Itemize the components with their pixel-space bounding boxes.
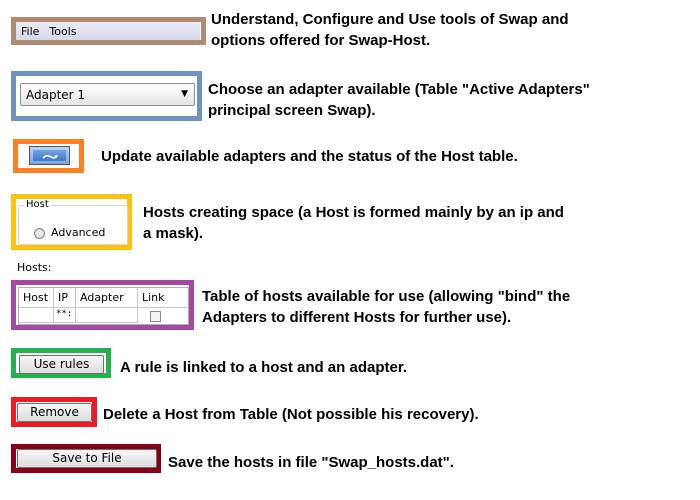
use-rules-button[interactable]: Use rules xyxy=(19,355,104,374)
table-cell-host[interactable] xyxy=(19,308,54,323)
hosts-table-title: Hosts: xyxy=(17,261,52,274)
adapter-select[interactable]: Adapter 1 ▼ xyxy=(20,83,195,106)
menu-file[interactable]: File xyxy=(16,25,44,38)
menu-description: Understand, Configure and Use tools of S… xyxy=(211,9,569,51)
menu-tools[interactable]: Tools xyxy=(44,25,81,38)
refresh-description: Update available adapters and the status… xyxy=(101,148,518,165)
menu-bar: File Tools xyxy=(16,22,200,40)
menu-description-line-2: options offered for Swap-Host. xyxy=(211,32,431,49)
remove-button[interactable]: Remove xyxy=(17,403,92,422)
refresh-button[interactable] xyxy=(29,146,70,165)
column-header-adapter[interactable]: Adapter xyxy=(76,288,138,308)
table-cell-ip[interactable]: **: xyxy=(54,308,76,323)
hosts-table-description-line-1: Table of hosts available for use (allowi… xyxy=(202,288,571,305)
link-checkbox[interactable] xyxy=(150,311,161,322)
column-header-link[interactable]: Link xyxy=(138,288,188,308)
menu-description-line-1: Understand, Configure and Use tools of S… xyxy=(211,11,569,28)
refresh-icon xyxy=(33,150,66,161)
adapter-select-value: Adapter 1 xyxy=(26,88,86,102)
save-description: Save the hosts in file "Swap_hosts.dat". xyxy=(168,454,454,471)
adapter-description-line-2: principal screen Swap). xyxy=(208,102,376,119)
hosts-group-description: Hosts creating space (a Host is formed m… xyxy=(143,202,564,244)
advanced-radio-label: Advanced xyxy=(51,226,106,239)
save-to-file-button[interactable]: Save to File xyxy=(17,449,157,468)
column-header-host[interactable]: Host xyxy=(19,288,54,308)
host-group-legend: Host xyxy=(24,199,51,210)
hosts-table[interactable]: Host IP Adapter Link **: xyxy=(18,287,189,325)
column-header-ip[interactable]: IP xyxy=(54,288,76,308)
host-group-box: Host Advanced xyxy=(18,199,128,245)
adapter-description: Choose an adapter available (Table "Acti… xyxy=(208,79,590,121)
use-rules-description: A rule is linked to a host and an adapte… xyxy=(120,359,408,376)
adapter-description-line-1: Choose an adapter available (Table "Acti… xyxy=(208,81,590,98)
hosts-table-description: Table of hosts available for use (allowi… xyxy=(202,286,570,328)
table-cell-adapter[interactable] xyxy=(76,308,138,323)
chevron-down-icon: ▼ xyxy=(181,89,188,99)
hosts-group-description-line-2: a mask). xyxy=(143,225,204,242)
advanced-radio[interactable] xyxy=(34,228,45,239)
hosts-group-description-line-1: Hosts creating space (a Host is formed m… xyxy=(143,204,564,221)
hosts-table-description-line-2: Adapters to different Hosts for further … xyxy=(202,309,512,326)
remove-description: Delete a Host from Table (Not possible h… xyxy=(103,406,479,423)
